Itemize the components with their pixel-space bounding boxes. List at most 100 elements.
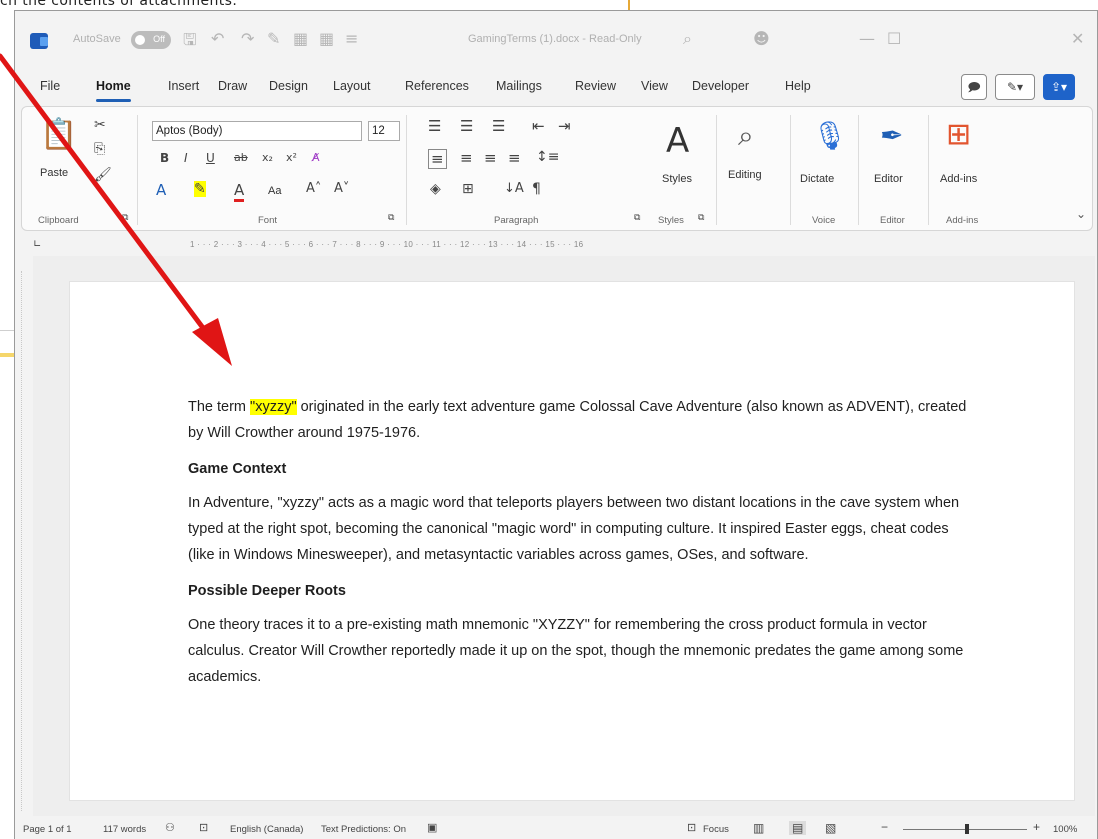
underline-icon[interactable]: U	[206, 151, 215, 165]
zoom-out-button[interactable]: −	[881, 820, 888, 834]
dictate-button[interactable]: Dictate	[800, 173, 834, 185]
document-title[interactable]: GamingTerms (1).docx - Read-Only	[468, 33, 642, 45]
grow-font-icon[interactable]: A˄	[306, 181, 321, 196]
shading-icon[interactable]: ◈	[430, 181, 441, 197]
tab-home[interactable]: Home	[96, 79, 131, 102]
table-icon[interactable]: ▦	[293, 29, 308, 48]
add-ins-grid-icon[interactable]: ⊞	[946, 117, 971, 152]
autosave-toggle[interactable]: Off	[131, 31, 171, 49]
decrease-indent-icon[interactable]: ⇤	[532, 117, 545, 135]
tab-design[interactable]: Design	[269, 79, 308, 93]
editor-pen-icon[interactable]: ✒	[880, 119, 903, 152]
collapse-ribbon-icon[interactable]: ⌄	[1076, 207, 1086, 221]
zoom-level[interactable]: 100%	[1053, 824, 1077, 835]
tab-developer[interactable]: Developer	[692, 79, 749, 93]
tab-insert[interactable]: Insert	[168, 79, 199, 93]
language-indicator[interactable]: English (Canada)	[230, 824, 303, 835]
increase-indent-icon[interactable]: ⇥	[558, 117, 571, 135]
tab-layout[interactable]: Layout	[333, 79, 371, 93]
font-color-icon[interactable]: A	[234, 181, 245, 202]
share-button[interactable]: ⇪▾	[1043, 74, 1075, 100]
add-ins-button[interactable]: Add-ins	[940, 173, 977, 185]
line-spacing-icon[interactable]: ↕≡	[536, 149, 559, 165]
editor-button[interactable]: Editor	[874, 173, 903, 185]
cut-icon[interactable]: ✂	[94, 117, 106, 133]
vertical-ruler[interactable]	[21, 271, 31, 811]
macro-icon[interactable]: ▣	[427, 821, 437, 834]
read-mode-icon[interactable]: ▥	[753, 821, 764, 835]
editing-mode-button[interactable]: ✎▾	[995, 74, 1035, 100]
web-layout-icon[interactable]: ▧	[825, 821, 836, 835]
paste-button[interactable]: Paste	[40, 167, 68, 179]
tab-file[interactable]: File	[40, 79, 60, 93]
background-caption: ch the contents of attachments.	[0, 0, 238, 9]
align-left-icon[interactable]: ≡	[428, 149, 447, 169]
editing-button[interactable]: Editing	[728, 169, 762, 181]
format-painter-icon[interactable]: 🖌	[94, 167, 112, 183]
highlight-color-icon[interactable]: ✎	[194, 181, 206, 197]
grid-icon[interactable]: ▦	[319, 29, 334, 48]
font-size-field[interactable]: 12	[368, 121, 400, 141]
bold-icon[interactable]: B	[160, 151, 169, 165]
font-launcher-icon[interactable]: ⧉	[388, 213, 394, 223]
styles-button[interactable]: Styles	[662, 173, 692, 185]
text-effects-icon[interactable]: A	[156, 181, 166, 199]
numbering-icon[interactable]: ☰	[460, 117, 473, 135]
focus-icon[interactable]: ⊡	[687, 821, 696, 834]
document-page[interactable]: The term "xyzzy" originated in the early…	[69, 281, 1075, 801]
zoom-in-button[interactable]: +	[1033, 820, 1040, 834]
tab-references[interactable]: References	[405, 79, 469, 93]
align-right-icon[interactable]: ≡	[484, 149, 497, 167]
account-avatar-icon[interactable]: ☻	[753, 29, 770, 48]
tab-selector-icon[interactable]: ∟	[33, 239, 41, 250]
tab-view[interactable]: View	[641, 79, 668, 93]
editing-search-icon[interactable]: ⌕	[738, 119, 754, 153]
font-name-field[interactable]: Aptos (Body)	[152, 121, 362, 141]
word-count[interactable]: 117 words	[103, 824, 146, 835]
tab-help[interactable]: Help	[785, 79, 811, 93]
focus-button[interactable]: Focus	[703, 824, 729, 835]
tab-review[interactable]: Review	[575, 79, 616, 93]
tab-mailings[interactable]: Mailings	[496, 79, 542, 93]
maximize-button[interactable]: ☐	[887, 29, 901, 48]
show-marks-icon[interactable]: ¶	[532, 181, 541, 197]
search-icon[interactable]: ⌕	[683, 29, 692, 49]
comments-button[interactable]: 🗩	[961, 74, 987, 100]
justify-icon[interactable]: ≡	[508, 149, 521, 167]
customize-qat-icon[interactable]: ≡	[345, 29, 358, 48]
format-painter-qat-icon[interactable]: ✎	[267, 29, 280, 48]
superscript-icon[interactable]: x²	[286, 151, 297, 164]
text-predictions[interactable]: Text Predictions: On	[321, 824, 406, 835]
document-body[interactable]: The term "xyzzy" originated in the early…	[188, 394, 968, 700]
page-count[interactable]: Page 1 of 1	[23, 824, 72, 835]
save-icon[interactable]: 🖫	[183, 29, 197, 56]
sort-icon[interactable]: ↓A	[504, 181, 524, 196]
minimize-button[interactable]: —	[859, 29, 875, 48]
align-center-icon[interactable]: ≡	[460, 149, 473, 167]
subscript-icon[interactable]: x₂	[262, 151, 273, 164]
change-case-button[interactable]: Aa	[268, 185, 281, 197]
tab-draw[interactable]: Draw	[218, 79, 247, 93]
accessibility-icon[interactable]: ⚇	[165, 821, 175, 834]
undo-icon[interactable]: ↶	[211, 29, 224, 48]
print-layout-icon[interactable]: ▤	[789, 821, 807, 835]
styles-icon[interactable]: A	[666, 121, 689, 161]
horizontal-ruler[interactable]: ∟ 1 · · · 2 · · · 3 · · · 4 · · · 5 · · …	[15, 239, 1097, 253]
strikethrough-icon[interactable]: ab	[234, 151, 248, 164]
multilevel-list-icon[interactable]: ☰	[492, 117, 505, 135]
styles-launcher-icon[interactable]: ⧉	[698, 213, 704, 223]
copy-icon[interactable]: ⎘	[94, 141, 105, 157]
microphone-icon[interactable]: 🎙	[812, 119, 848, 152]
paste-clipboard-icon[interactable]: 📋	[40, 117, 77, 152]
borders-icon[interactable]: ⊞	[462, 181, 474, 197]
close-button[interactable]: ✕	[1071, 29, 1084, 48]
italic-icon[interactable]: I	[184, 151, 188, 165]
redo-icon[interactable]: ↷	[241, 29, 254, 48]
paragraph-launcher-icon[interactable]: ⧉	[634, 213, 640, 223]
shrink-font-icon[interactable]: A˅	[334, 181, 349, 196]
clipboard-launcher-icon[interactable]: ⧉	[122, 213, 128, 223]
bullets-icon[interactable]: ☰	[428, 117, 441, 135]
zoom-slider-handle[interactable]	[965, 824, 969, 834]
read-aloud-icon[interactable]: ⊡	[199, 821, 208, 834]
clear-formatting-icon[interactable]: A̸	[312, 151, 320, 164]
